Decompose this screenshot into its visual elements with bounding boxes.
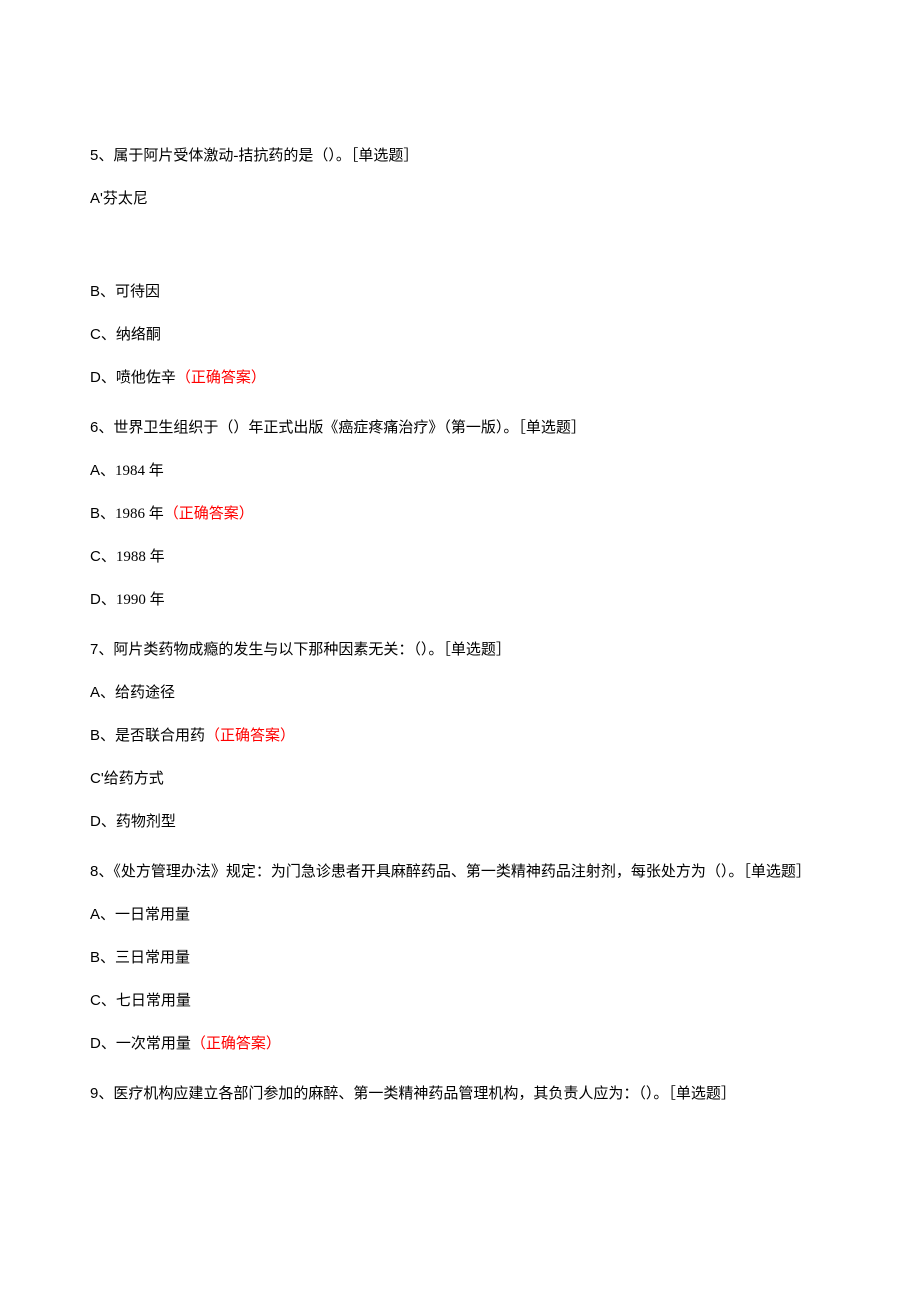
option-text: 药物剂型 bbox=[116, 814, 176, 830]
option-line: D、一次常用量（正确答案） bbox=[90, 1033, 830, 1055]
correct-answer-label: （正确答案） bbox=[191, 1036, 281, 1052]
option-line: D、药物剂型 bbox=[90, 811, 830, 833]
spacer bbox=[90, 231, 830, 281]
question-stem-text: 世界卫生组织于（）年正式出版《癌症疼痛治疗》（第一版）。［单选题］ bbox=[113, 420, 586, 436]
question-stem: 7、阿片类药物成瘾的发生与以下那种因素无关：（）。［单选题］ bbox=[90, 639, 830, 661]
option-line: B、可待因 bbox=[90, 281, 830, 303]
option-letter: D、 bbox=[90, 813, 116, 830]
option-text: 一次常用量 bbox=[116, 1036, 191, 1052]
correct-answer-label: （正确答案） bbox=[205, 728, 295, 744]
option-text: 给药方式 bbox=[104, 771, 164, 787]
option-line: A、1984 年 bbox=[90, 460, 830, 482]
option-text: 1988 年 bbox=[116, 549, 165, 565]
correct-answer-label: （正确答案） bbox=[164, 506, 254, 522]
option-letter: C、 bbox=[90, 992, 116, 1009]
question-separator: 、 bbox=[98, 864, 113, 880]
option-line: C'给药方式 bbox=[90, 768, 830, 790]
question-stem-text: 医疗机构应建立各部门参加的麻醉、第一类精神药品管理机构，其负责人应为：（）。［单… bbox=[113, 1086, 736, 1102]
question-separator: 、 bbox=[98, 642, 113, 658]
question-stem: 5、属于阿片受体激动-拮抗药的是（）。［单选题］ bbox=[90, 145, 830, 167]
option-text: 一日常用量 bbox=[115, 907, 190, 923]
document-page: 5、属于阿片受体激动-拮抗药的是（）。［单选题］A'芬太尼B、可待因C、纳络酮D… bbox=[0, 0, 920, 1193]
option-line: A、一日常用量 bbox=[90, 904, 830, 926]
option-text: 1986 年 bbox=[115, 506, 164, 522]
question-stem-text: 阿片类药物成瘾的发生与以下那种因素无关：（）。［单选题］ bbox=[113, 642, 511, 658]
question-block: 8、《处方管理办法》规定：为门急诊患者开具麻醉药品、第一类精神药品注射剂，每张处… bbox=[90, 861, 830, 1055]
option-text: 喷他佐辛 bbox=[116, 370, 176, 386]
question-stem-text: 《处方管理办法》规定：为门急诊患者开具麻醉药品、第一类精神药品注射剂，每张处方为… bbox=[113, 864, 811, 880]
option-letter: A、 bbox=[90, 906, 115, 923]
option-line: C、纳络酮 bbox=[90, 324, 830, 346]
option-letter: C、 bbox=[90, 326, 116, 343]
option-text: 三日常用量 bbox=[115, 950, 190, 966]
option-line: A、给药途径 bbox=[90, 682, 830, 704]
option-text: 1984 年 bbox=[115, 463, 164, 479]
question-stem-text: 属于阿片受体激动-拮抗药的是（）。［单选题］ bbox=[113, 148, 418, 164]
option-letter: D、 bbox=[90, 591, 116, 608]
option-letter: C' bbox=[90, 770, 104, 787]
option-text: 给药途径 bbox=[115, 685, 175, 701]
option-text: 是否联合用药 bbox=[115, 728, 205, 744]
option-letter: A、 bbox=[90, 684, 115, 701]
option-text: 芬太尼 bbox=[103, 191, 148, 207]
option-text: 可待因 bbox=[115, 284, 160, 300]
option-text: 纳络酮 bbox=[116, 327, 161, 343]
question-stem: 6、世界卫生组织于（）年正式出版《癌症疼痛治疗》（第一版）。［单选题］ bbox=[90, 417, 830, 439]
question-stem: 8、《处方管理办法》规定：为门急诊患者开具麻醉药品、第一类精神药品注射剂，每张处… bbox=[90, 861, 830, 883]
question-block: 5、属于阿片受体激动-拮抗药的是（）。［单选题］ A'芬太尼 B、可待因 C、纳络酮 D… bbox=[90, 145, 830, 389]
option-text: 1990 年 bbox=[116, 592, 165, 608]
option-line: D、喷他佐辛（正确答案） bbox=[90, 367, 830, 389]
option-line: D、1990 年 bbox=[90, 589, 830, 611]
correct-answer-label: （正确答案） bbox=[176, 370, 266, 386]
question-block: 9、医疗机构应建立各部门参加的麻醉、第一类精神药品管理机构，其负责人应为：（）。… bbox=[90, 1083, 830, 1105]
question-block: 6、世界卫生组织于（）年正式出版《癌症疼痛治疗》（第一版）。［单选题］A、198… bbox=[90, 417, 830, 611]
option-line: B、是否联合用药（正确答案） bbox=[90, 725, 830, 747]
option-line: C、七日常用量 bbox=[90, 990, 830, 1012]
option-letter: D、 bbox=[90, 1035, 116, 1052]
question-stem: 9、医疗机构应建立各部门参加的麻醉、第一类精神药品管理机构，其负责人应为：（）。… bbox=[90, 1083, 830, 1105]
question-separator: 、 bbox=[98, 1086, 113, 1102]
option-letter: A' bbox=[90, 190, 103, 207]
question-separator: 、 bbox=[98, 148, 113, 164]
option-letter: B、 bbox=[90, 505, 115, 522]
option-letter: A、 bbox=[90, 462, 115, 479]
option-letter: C、 bbox=[90, 548, 116, 565]
option-letter: B、 bbox=[90, 283, 115, 300]
question-block: 7、阿片类药物成瘾的发生与以下那种因素无关：（）。［单选题］ A、给药途径 B、是否… bbox=[90, 639, 830, 833]
question-separator: 、 bbox=[98, 420, 113, 436]
option-line: C、1988 年 bbox=[90, 546, 830, 568]
option-letter: B、 bbox=[90, 949, 115, 966]
option-letter: B、 bbox=[90, 727, 115, 744]
option-letter: D、 bbox=[90, 369, 116, 386]
option-text: 七日常用量 bbox=[116, 993, 191, 1009]
option-line: B、1986 年（正确答案） bbox=[90, 503, 830, 525]
option-line: A'芬太尼 bbox=[90, 188, 830, 210]
option-line: B、三日常用量 bbox=[90, 947, 830, 969]
